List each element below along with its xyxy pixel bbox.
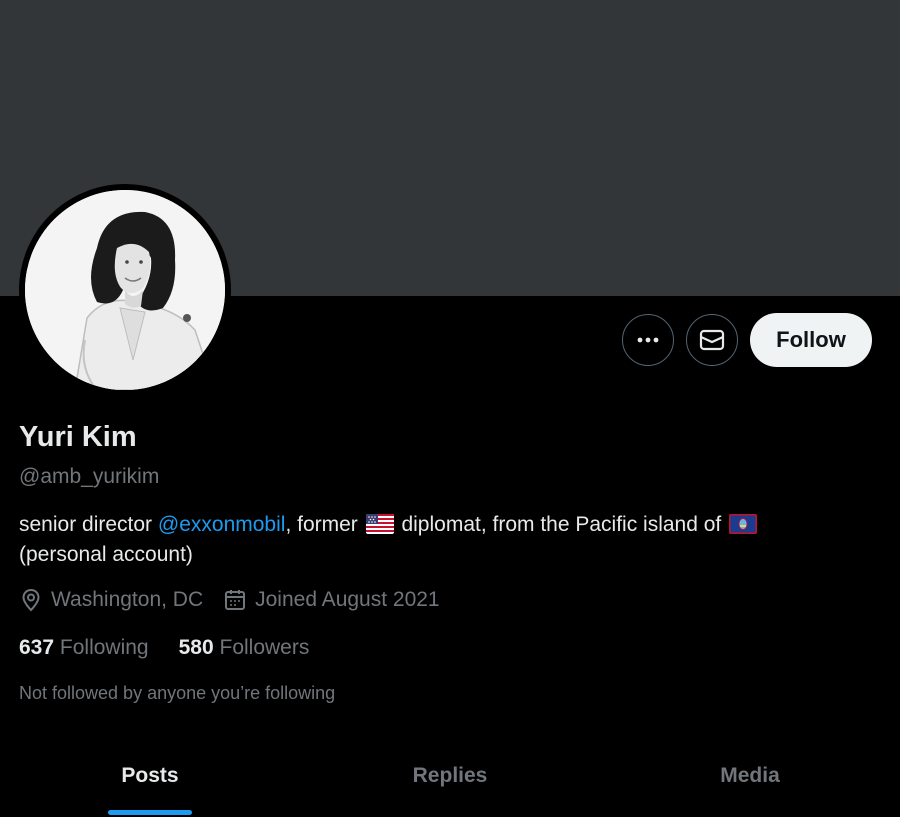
- calendar-icon: [225, 590, 246, 610]
- message-button[interactable]: [686, 314, 738, 366]
- tab-label: Replies: [412, 764, 488, 787]
- tab-label: Posts: [121, 764, 179, 787]
- followers-label: Followers: [219, 636, 310, 659]
- following-count: 637: [19, 636, 55, 659]
- followers-link[interactable]: 580 Followers: [179, 636, 310, 660]
- bio-text: , former: [285, 513, 364, 536]
- bio-mention-link[interactable]: @exxonmobil: [158, 513, 286, 536]
- not-followed-notice: Not followed by anyone you’re following: [19, 683, 336, 703]
- profile-meta: Washington, DC Joined August 2021: [19, 588, 460, 612]
- us-flag-icon: [365, 514, 394, 534]
- following-link[interactable]: 637 Following: [19, 636, 149, 660]
- follow-button[interactable]: Follow: [750, 313, 872, 367]
- joined-text: Joined August 2021: [255, 588, 440, 611]
- profile-name: Yuri Kim: [19, 421, 137, 453]
- followers-count: 580: [178, 636, 214, 659]
- active-tab-indicator: [108, 810, 192, 815]
- tab-replies[interactable]: Replies: [300, 740, 600, 817]
- location-item: Washington, DC: [19, 588, 203, 612]
- bio-text: diplomat, from the Pacific island of: [395, 513, 728, 536]
- bio-text: senior director: [19, 513, 158, 536]
- profile-stats: 637 Following 580 Followers: [19, 636, 339, 660]
- following-label: Following: [59, 636, 149, 659]
- location-text: Washington, DC: [51, 588, 204, 611]
- profile-actions: Follow: [622, 313, 872, 367]
- avatar[interactable]: [25, 190, 225, 390]
- avatar-photo: [25, 190, 225, 390]
- joined-item: Joined August 2021: [223, 588, 440, 612]
- tab-posts[interactable]: Posts: [0, 740, 300, 817]
- tab-media[interactable]: Media: [600, 740, 900, 817]
- profile-handle: @amb_yurikim: [19, 465, 160, 488]
- more-button[interactable]: [622, 314, 674, 366]
- envelope-icon: [699, 329, 725, 351]
- profile-tabs: Posts Replies Media: [0, 740, 900, 817]
- tab-label: Media: [720, 764, 780, 787]
- more-icon: [637, 337, 659, 343]
- profile-page: Follow Yuri Kim @amb_yurikim senior dire…: [0, 0, 900, 817]
- avatar-ring: [19, 184, 231, 396]
- guam-flag-icon: [729, 514, 758, 534]
- location-pin-icon: [22, 588, 40, 612]
- bio-text: (personal account): [19, 543, 193, 566]
- profile-bio: senior director @exxonmobil, former dipl…: [19, 510, 879, 570]
